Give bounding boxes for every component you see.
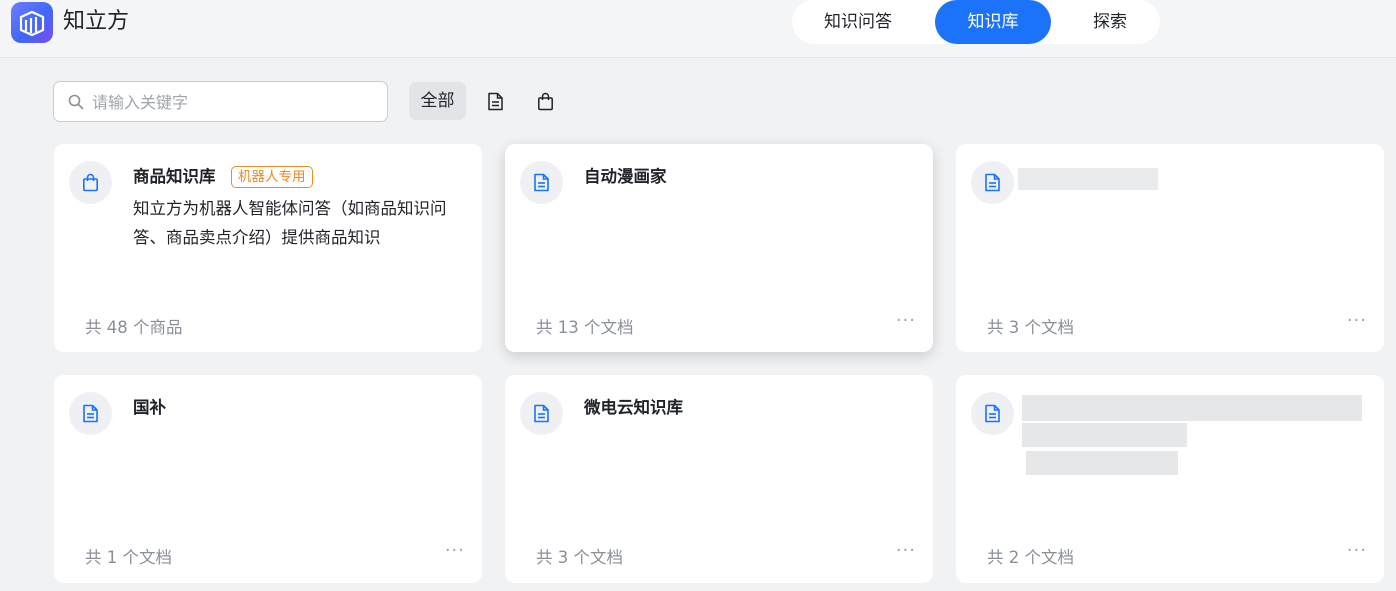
redacted-description bbox=[1026, 451, 1178, 475]
card-count: 共 3 个文档 bbox=[987, 318, 1074, 337]
main-nav-tabs: 知识问答 知识库 探索 bbox=[792, 0, 1160, 44]
document-icon bbox=[83, 404, 98, 423]
app-title: 知立方 bbox=[63, 9, 130, 34]
search-box bbox=[53, 81, 388, 122]
card-title: 国补 bbox=[133, 398, 166, 417]
card-icon-wrap bbox=[520, 392, 563, 435]
card-icon-wrap bbox=[971, 161, 1014, 204]
card-title: 自动漫画家 bbox=[584, 167, 667, 186]
knowledge-card[interactable]: 自动漫画家 共 13 个文档 ··· bbox=[505, 144, 933, 352]
shopping-bag-icon bbox=[82, 173, 98, 192]
document-icon[interactable] bbox=[487, 92, 504, 111]
knowledge-card[interactable]: 共 3 个文档 ··· bbox=[956, 144, 1384, 352]
card-badge: 机器人专用 bbox=[231, 166, 313, 188]
search-input[interactable] bbox=[92, 90, 372, 114]
card-icon-wrap bbox=[69, 161, 112, 204]
document-icon bbox=[534, 404, 549, 423]
card-count: 共 3 个文档 bbox=[536, 548, 623, 567]
document-icon bbox=[985, 404, 1000, 423]
more-options-icon[interactable]: ··· bbox=[896, 540, 916, 561]
more-options-icon[interactable]: ··· bbox=[896, 310, 916, 331]
knowledge-card[interactable]: 共 2 个文档 ··· bbox=[956, 375, 1384, 583]
knowledge-card[interactable]: 国补 共 1 个文档 ··· bbox=[54, 375, 482, 583]
card-title: 微电云知识库 bbox=[584, 398, 683, 417]
document-icon bbox=[985, 173, 1000, 192]
knowledge-card[interactable]: 微电云知识库 共 3 个文档 ··· bbox=[505, 375, 933, 583]
tab-knowledge-qa[interactable]: 知识问答 bbox=[792, 0, 924, 44]
card-icon-wrap bbox=[69, 392, 112, 435]
tab-knowledge-base[interactable]: 知识库 bbox=[935, 0, 1051, 44]
card-count: 共 1 个文档 bbox=[85, 548, 172, 567]
more-options-icon[interactable]: ··· bbox=[445, 540, 465, 561]
redacted-description bbox=[1022, 423, 1187, 447]
card-description: 知立方为机器人智能体问答（如商品知识问答、商品卖点介绍）提供商品知识 bbox=[133, 199, 447, 247]
card-count: 共 2 个文档 bbox=[987, 548, 1074, 567]
card-count: 共 48 个商品 bbox=[85, 318, 183, 337]
card-count: 共 13 个文档 bbox=[536, 318, 634, 337]
top-bar: 知立方 知识问答 知识库 探索 bbox=[0, 0, 1396, 58]
more-options-icon[interactable]: ··· bbox=[1347, 310, 1367, 331]
document-icon bbox=[534, 173, 549, 192]
card-title: 商品知识库 bbox=[133, 167, 216, 186]
app-logo-icon[interactable] bbox=[11, 2, 53, 43]
search-icon bbox=[68, 94, 84, 110]
filter-all-button[interactable]: 全部 bbox=[409, 82, 466, 120]
card-icon-wrap bbox=[971, 392, 1014, 435]
shopping-bag-icon[interactable] bbox=[537, 92, 554, 111]
tab-explore[interactable]: 探索 bbox=[1052, 0, 1168, 44]
redacted-title bbox=[1018, 168, 1158, 190]
card-icon-wrap bbox=[520, 161, 563, 204]
more-options-icon[interactable]: ··· bbox=[1347, 540, 1367, 561]
knowledge-card[interactable]: 商品知识库 机器人专用 知立方为机器人智能体问答（如商品知识问答、商品卖点介绍）… bbox=[54, 144, 482, 352]
redacted-title bbox=[1022, 395, 1362, 421]
